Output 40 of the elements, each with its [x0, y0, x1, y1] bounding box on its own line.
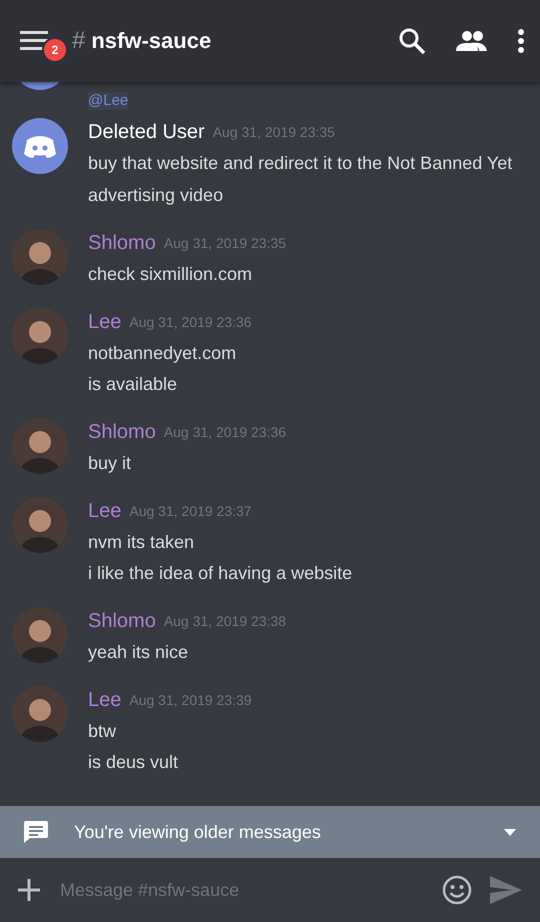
channel-name: nsfw-sauce: [91, 28, 212, 54]
message-text: yeah its nice: [88, 641, 190, 664]
older-messages-text: You're viewing older messages: [74, 822, 322, 842]
channel-hash: #: [72, 27, 86, 55]
emoji-icon[interactable]: [442, 875, 472, 905]
timestamp: Aug 31, 2019 23:38: [164, 613, 286, 629]
message-text: buy it: [88, 452, 132, 475]
timestamp: Aug 31, 2019 23:35: [212, 124, 335, 140]
message-field[interactable]: Message #nsfw-sauce: [58, 878, 424, 902]
notification-badge: 2: [42, 37, 68, 63]
plus-icon[interactable]: [18, 879, 40, 901]
message-text: buy that website and redirect it to the Not Banned Yet advertising video: [88, 152, 514, 207]
more-icon[interactable]: [518, 29, 524, 53]
message-text: is available: [88, 373, 178, 396]
message-icon: [24, 821, 48, 843]
author-name[interactable]: Shlomo: [88, 420, 156, 444]
author-name[interactable]: Lee: [88, 310, 122, 334]
message-text: nvm its taken: [88, 531, 196, 554]
author-name[interactable]: Shlomo: [88, 610, 156, 632]
mention-text[interactable]: @Lee: [88, 92, 128, 110]
send-icon[interactable]: [490, 876, 522, 904]
members-icon[interactable]: [456, 30, 488, 52]
message-text: check sixmillion.com: [88, 263, 254, 286]
author-name[interactable]: Shlomo: [88, 232, 156, 254]
timestamp: Aug 31, 2019 23:36: [164, 424, 286, 440]
search-icon[interactable]: [398, 27, 426, 55]
menu-icon: [20, 31, 48, 51]
timestamp: Aug 31, 2019 23:36: [129, 314, 252, 330]
author-name[interactable]: Deleted User: [88, 120, 205, 144]
message-text: btw: [88, 720, 118, 743]
author-name[interactable]: Lee: [88, 500, 122, 522]
avatar: [12, 118, 68, 174]
timestamp: Aug 31, 2019 23:39: [129, 692, 252, 708]
message-text: i like the idea of having a website: [88, 562, 352, 585]
timestamp: Aug 31, 2019 23:35: [164, 235, 286, 251]
message-text: notbannedyet.com: [88, 342, 238, 365]
author-name[interactable]: Lee: [88, 688, 122, 712]
caret-icon[interactable]: [504, 828, 516, 836]
timestamp: Aug 31, 2019 23:37: [129, 503, 252, 519]
message-text: is deus vult: [88, 751, 180, 774]
